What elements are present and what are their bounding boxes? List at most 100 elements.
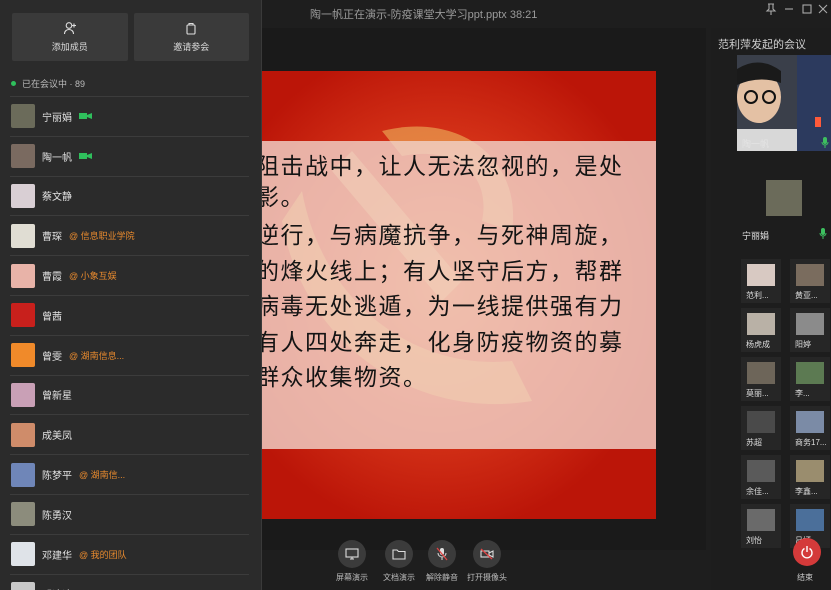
thumbnail-name: 李... (795, 389, 810, 398)
participant-row[interactable]: 陈勇汉 (10, 493, 249, 534)
mic-muted-icon (436, 547, 448, 561)
participant-row[interactable]: 曾雯 @ 湖南信息... (10, 334, 249, 375)
slide-text-line: 阻击战中，让人无法忽视的，是处 (262, 154, 624, 180)
thumbnail-name: 莫丽... (746, 389, 769, 398)
avatar (11, 581, 35, 590)
avatar (747, 362, 775, 384)
avatar (796, 362, 824, 384)
participant-panel: 添加成员 邀请参会 已在会议中 · 89 宁丽娟陶一帆蔡文静曹琛 @ 信息职业学院… (0, 0, 262, 590)
participant-thumbnail[interactable]: 李... (790, 357, 830, 401)
camera-button[interactable]: 打开摄像头 (467, 540, 507, 583)
unmute-button[interactable]: 解除静音 (422, 540, 462, 583)
doc-share-button[interactable]: 文档演示 (379, 540, 419, 583)
participant-name: 宁丽娟 (42, 112, 72, 124)
participant-thumbnail[interactable]: 阳婷 (790, 308, 830, 352)
participant-thumbnail[interactable]: 刘怡 (741, 504, 781, 548)
window-title: 陶一帆正在演示-防疫课堂大学习ppt.pptx 38:21 (310, 9, 538, 21)
avatar (11, 382, 35, 407)
presentation-stage: 阻击战中，让人无法忽视的，是处 影。 逆行，与病魔抗争，与死神周旋， 的烽火线上… (262, 28, 706, 550)
avatar (796, 313, 824, 335)
avatar (766, 180, 802, 216)
participant-tile-large[interactable]: 宁丽娟 (737, 155, 831, 251)
doc-share-label: 文档演示 (383, 573, 415, 582)
participant-row[interactable]: 陈梦平 @ 湖南信... (10, 454, 249, 494)
end-meeting-button[interactable] (793, 538, 821, 566)
avatar (11, 343, 35, 368)
participant-name: 成美凤 (42, 431, 72, 443)
avatar (11, 422, 35, 447)
participant-row[interactable]: 邓迪迪 (10, 573, 249, 590)
slide-text-line: 群众收集物资。 (262, 365, 428, 391)
speaker-tile[interactable]: 陶一帆 (737, 55, 831, 151)
participant-name: 曾茜 (42, 311, 62, 323)
close-icon[interactable] (816, 2, 830, 16)
meeting-window: 添加成员 邀请参会 已在会议中 · 89 宁丽娟 陶一帆 蔡文静 曹琛 @ 信息职业学院… (0, 0, 831, 590)
participant-thumbnail[interactable]: 李鑫... (790, 455, 830, 499)
participant-org: @ 湖南信息... (69, 350, 125, 361)
camera-on-icon (79, 153, 92, 160)
slide-text-line: 有人四处奔走，化身防疫物资的募 (262, 330, 624, 356)
participant-name: 曹琛 (42, 232, 62, 244)
meeting-toolbar: 屏幕演示 文档演示 解除静音 打开摄像头 (262, 538, 706, 590)
participant-name: 曾雯 (42, 351, 62, 363)
participant-name: 邓建华 (42, 550, 72, 562)
participant-org: @ 我的团队 (79, 549, 127, 560)
participant-org: @ 小象互娱 (69, 271, 117, 282)
participant-row[interactable]: 曹琛 @ 信息职业学院 (10, 215, 249, 255)
thumbnail-name: 李鑫... (795, 487, 818, 496)
participant-row[interactable]: 陶一帆 (10, 135, 249, 176)
participant-thumbnail[interactable]: 黄亚... (790, 259, 830, 303)
participant-org: @ 湖南信... (79, 470, 126, 481)
participant-org: @ 信息职业学院 (69, 231, 135, 242)
minimize-icon[interactable] (782, 2, 796, 16)
participant-thumbnail[interactable]: 苏超 (741, 406, 781, 450)
maximize-icon[interactable] (800, 2, 814, 16)
avatar (747, 509, 775, 531)
participant-thumbnail[interactable]: 杨虎成 (741, 308, 781, 352)
participant-row[interactable]: 成美凤 (10, 414, 249, 454)
participant-name: 陶一帆 (42, 152, 72, 164)
invite-icon (186, 22, 196, 35)
participant-row[interactable]: 邓建华 @ 我的团队 (10, 533, 249, 574)
slide-text-line: 逆行，与病魔抗争，与死神周旋， (262, 223, 624, 249)
avatar (11, 502, 35, 527)
avatar (11, 303, 35, 328)
speaker-name: 陶一帆 (742, 139, 770, 149)
participant-name: 曾新星 (42, 391, 72, 403)
title-bar: 陶一帆正在演示-防疫课堂大学习ppt.pptx 38:21 (262, 0, 831, 28)
unmute-label: 解除静音 (426, 573, 458, 582)
participant-row[interactable]: 曾茜 (10, 294, 249, 335)
online-dot-icon (11, 81, 16, 86)
invite-label: 邀请参会 (173, 42, 210, 52)
avatar (796, 264, 824, 286)
participant-row[interactable]: 蔡文静 (10, 175, 249, 216)
participant-name: 蔡文静 (42, 192, 72, 204)
thumbnail-name: 阳婷 (795, 340, 811, 349)
meeting-title: 范利萍发起的会议 (718, 39, 806, 51)
thumbnail-name: 刘怡 (746, 536, 762, 545)
avatar (11, 263, 35, 288)
camera-on-icon (79, 113, 92, 120)
thumbnail-name: 苏超 (746, 438, 762, 447)
camera-label: 打开摄像头 (467, 573, 507, 582)
thumbnail-name: 商务17... (795, 438, 827, 447)
invite-button[interactable]: 邀请参会 (133, 13, 249, 61)
pin-icon[interactable] (764, 2, 778, 16)
add-member-button[interactable]: 添加成员 (12, 13, 128, 61)
mic-icon (821, 137, 829, 148)
participant-thumbnail[interactable]: 范利... (741, 259, 781, 303)
participant-name: 邓迪迪 (42, 586, 72, 590)
participant-row[interactable]: 曹霞 @ 小象互娱 (10, 255, 249, 295)
camera-off-icon (480, 548, 494, 560)
thumbnail-name: 余佳... (746, 487, 769, 496)
participant-thumbnail[interactable]: 余佳... (741, 455, 781, 499)
in-meeting-label: 已在会议中 · 89 (22, 79, 86, 89)
participant-row[interactable]: 宁丽娟 (10, 96, 249, 136)
participant-row[interactable]: 曾新星 (10, 374, 249, 415)
screen-share-button[interactable]: 屏幕演示 (332, 540, 372, 583)
participant-thumbnail[interactable]: 莫丽... (741, 357, 781, 401)
participant-thumbnail[interactable]: 商务17... (790, 406, 830, 450)
avatar (11, 223, 35, 248)
slide-text-line: 病毒无处逃遁，为一线提供强有力 (262, 294, 624, 320)
video-panel: 范利萍发起的会议 陶一帆 宁丽娟 范利... 黄亚... 杨虎成 阳婷莫丽... 李..… (711, 28, 831, 590)
